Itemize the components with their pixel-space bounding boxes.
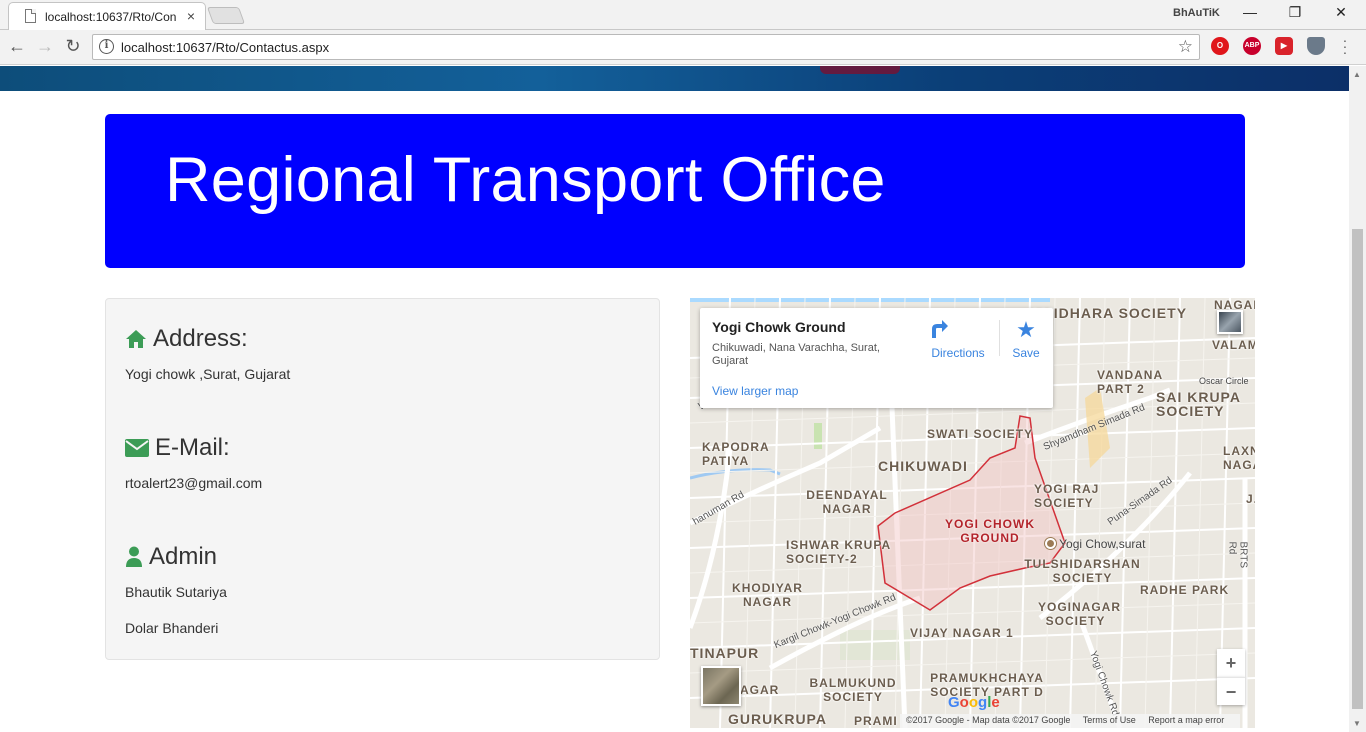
map-label: J. xyxy=(1246,492,1255,506)
back-icon[interactable]: ← xyxy=(6,36,28,56)
place-name: Yogi Chowk Ground xyxy=(712,319,846,335)
email-heading: E-Mail: xyxy=(155,434,230,461)
map-label: SAI KRUPA SOCIETY xyxy=(1156,389,1241,419)
map-label: CHIKUWADI xyxy=(878,458,968,474)
video-icon[interactable]: ▶ xyxy=(1275,37,1293,55)
adblock-icon[interactable]: ABP xyxy=(1243,37,1261,55)
star-icon: ★ xyxy=(1016,317,1036,342)
browser-tab[interactable]: localhost:10637/Rto/Con × xyxy=(8,2,206,30)
map-label: RADHE PARK xyxy=(1140,583,1230,597)
terms-link[interactable]: Terms of Use xyxy=(1083,715,1136,725)
page-scrollbar[interactable]: ▲ ▼ xyxy=(1349,66,1366,732)
embedded-map[interactable]: AMIDHARA SOCIETY NAGAR VALAM Oscar Circl… xyxy=(690,298,1255,728)
map-data-credit: ©2017 Google - Map data ©2017 Google xyxy=(906,715,1071,725)
satellite-toggle[interactable] xyxy=(701,666,741,706)
reload-icon[interactable]: ↻ xyxy=(62,36,84,56)
scrollbar-thumb[interactable] xyxy=(1352,229,1363,709)
map-label: GURUKRUPA xyxy=(728,711,827,727)
hero-banner-image xyxy=(0,66,1349,91)
map-label: Yogi Chow,surat xyxy=(1045,537,1145,551)
user-icon xyxy=(125,546,143,568)
close-tab-icon[interactable]: × xyxy=(187,8,195,24)
page-title: Regional Transport Office xyxy=(165,145,886,215)
address-bar[interactable]: i localhost:10637/Rto/Contactus.aspx ☆ xyxy=(92,34,1200,60)
admin-section: Admin Bhautik Sutariya Dolar Bhanderi xyxy=(125,543,227,636)
report-error-link[interactable]: Report a map error xyxy=(1148,715,1224,725)
place-address: Chikuwadi, Nana Varachha, Surat, Gujarat xyxy=(712,342,880,367)
opera-icon[interactable]: O xyxy=(1211,37,1229,55)
road-label: BRTS Rd xyxy=(1226,541,1249,569)
admin-name: Bhautik Sutariya xyxy=(125,584,227,600)
browser-toolbar: ← → ↻ i localhost:10637/Rto/Contactus.as… xyxy=(0,30,1366,65)
shield-icon[interactable] xyxy=(1307,37,1325,55)
map-label: VALAM xyxy=(1212,338,1255,352)
map-label: KAPODRA PATIYA xyxy=(702,440,770,468)
view-larger-map-link[interactable]: View larger map xyxy=(712,384,798,398)
page-viewport: Regional Transport Office Address: Yogi … xyxy=(0,66,1349,732)
directions-icon xyxy=(928,318,988,346)
map-label: PRAMI xyxy=(854,714,898,728)
scroll-down-icon[interactable]: ▼ xyxy=(1353,719,1361,728)
tab-title: localhost:10637/Rto/Con xyxy=(45,10,177,24)
forward-icon[interactable]: → xyxy=(34,36,56,56)
map-label: YOGINAGAR SOCIETY xyxy=(1038,600,1122,628)
close-window-icon[interactable]: ✕ xyxy=(1331,4,1351,21)
admin-heading: Admin xyxy=(149,543,218,570)
restore-icon[interactable]: ❐ xyxy=(1285,4,1305,21)
email-text: rtoalert23@gmail.com xyxy=(125,475,263,491)
address-heading: Address: xyxy=(153,325,248,352)
directions-button[interactable]: Directions xyxy=(928,318,988,360)
zoom-out-button[interactable]: − xyxy=(1217,677,1245,705)
zoom-in-button[interactable]: + xyxy=(1217,649,1245,677)
url-text[interactable]: localhost:10637/Rto/Contactus.aspx xyxy=(121,40,329,55)
address-section: Address: Yogi chowk ,Surat, Gujarat xyxy=(125,325,290,382)
email-section: E-Mail: rtoalert23@gmail.com xyxy=(125,434,262,491)
menu-icon[interactable]: · · · xyxy=(1342,33,1348,59)
bookmark-star-icon[interactable]: ☆ xyxy=(1178,37,1193,57)
google-logo: Google xyxy=(948,694,1000,711)
new-tab-button[interactable] xyxy=(206,7,246,24)
map-label: SWATI SOCIETY xyxy=(927,427,1034,441)
minimize-icon[interactable]: — xyxy=(1240,4,1260,20)
save-button[interactable]: ★ Save xyxy=(1006,317,1046,361)
info-icon[interactable]: i xyxy=(99,39,114,54)
map-label: Oscar Circle xyxy=(1199,376,1249,386)
place-info-card: Yogi Chowk Ground Chikuwadi, Nana Varach… xyxy=(700,308,1053,408)
address-text: Yogi chowk ,Surat, Gujarat xyxy=(125,366,291,382)
place-pin-icon xyxy=(1045,538,1056,549)
map-label: YOGI RAJ SOCIETY xyxy=(1034,482,1100,510)
envelope-icon xyxy=(125,439,149,457)
map-label: ISHWAR KRUPA SOCIETY-2 xyxy=(786,538,891,566)
map-label: DEENDAYAL NAGAR xyxy=(806,488,888,516)
scroll-up-icon[interactable]: ▲ xyxy=(1353,70,1361,79)
tab-strip: localhost:10637/Rto/Con × BhAuTiK — ❐ ✕ xyxy=(0,0,1366,30)
map-label: LAXN NAGAR xyxy=(1223,444,1255,472)
map-label: BALMUKUND SOCIETY xyxy=(809,676,897,704)
profile-name[interactable]: BhAuTiK xyxy=(1173,7,1220,19)
contact-panel: Address: Yogi chowk ,Surat, Gujarat E-Ma… xyxy=(105,298,660,660)
map-label: AMIDHARA SOCIETY xyxy=(1030,305,1188,321)
map-label: TINAPUR xyxy=(690,645,760,661)
home-icon xyxy=(125,329,147,349)
page-icon xyxy=(25,9,36,23)
map-label: YOGI CHOWK GROUND xyxy=(945,517,1035,545)
map-attribution: ©2017 Google - Map data ©2017 Google Ter… xyxy=(900,714,1241,728)
map-label: AGAR xyxy=(740,683,780,697)
map-label: KHODIYAR NAGAR xyxy=(732,581,803,609)
card-divider xyxy=(999,320,1000,356)
map-label: TULSHIDARSHAN SOCIETY xyxy=(1024,557,1141,585)
fullscreen-thumbnail[interactable] xyxy=(1217,310,1243,334)
admin-name: Dolar Bhanderi xyxy=(125,620,219,636)
header-banner: Regional Transport Office xyxy=(105,114,1245,268)
map-label: VIJAY NAGAR 1 xyxy=(910,626,1014,640)
